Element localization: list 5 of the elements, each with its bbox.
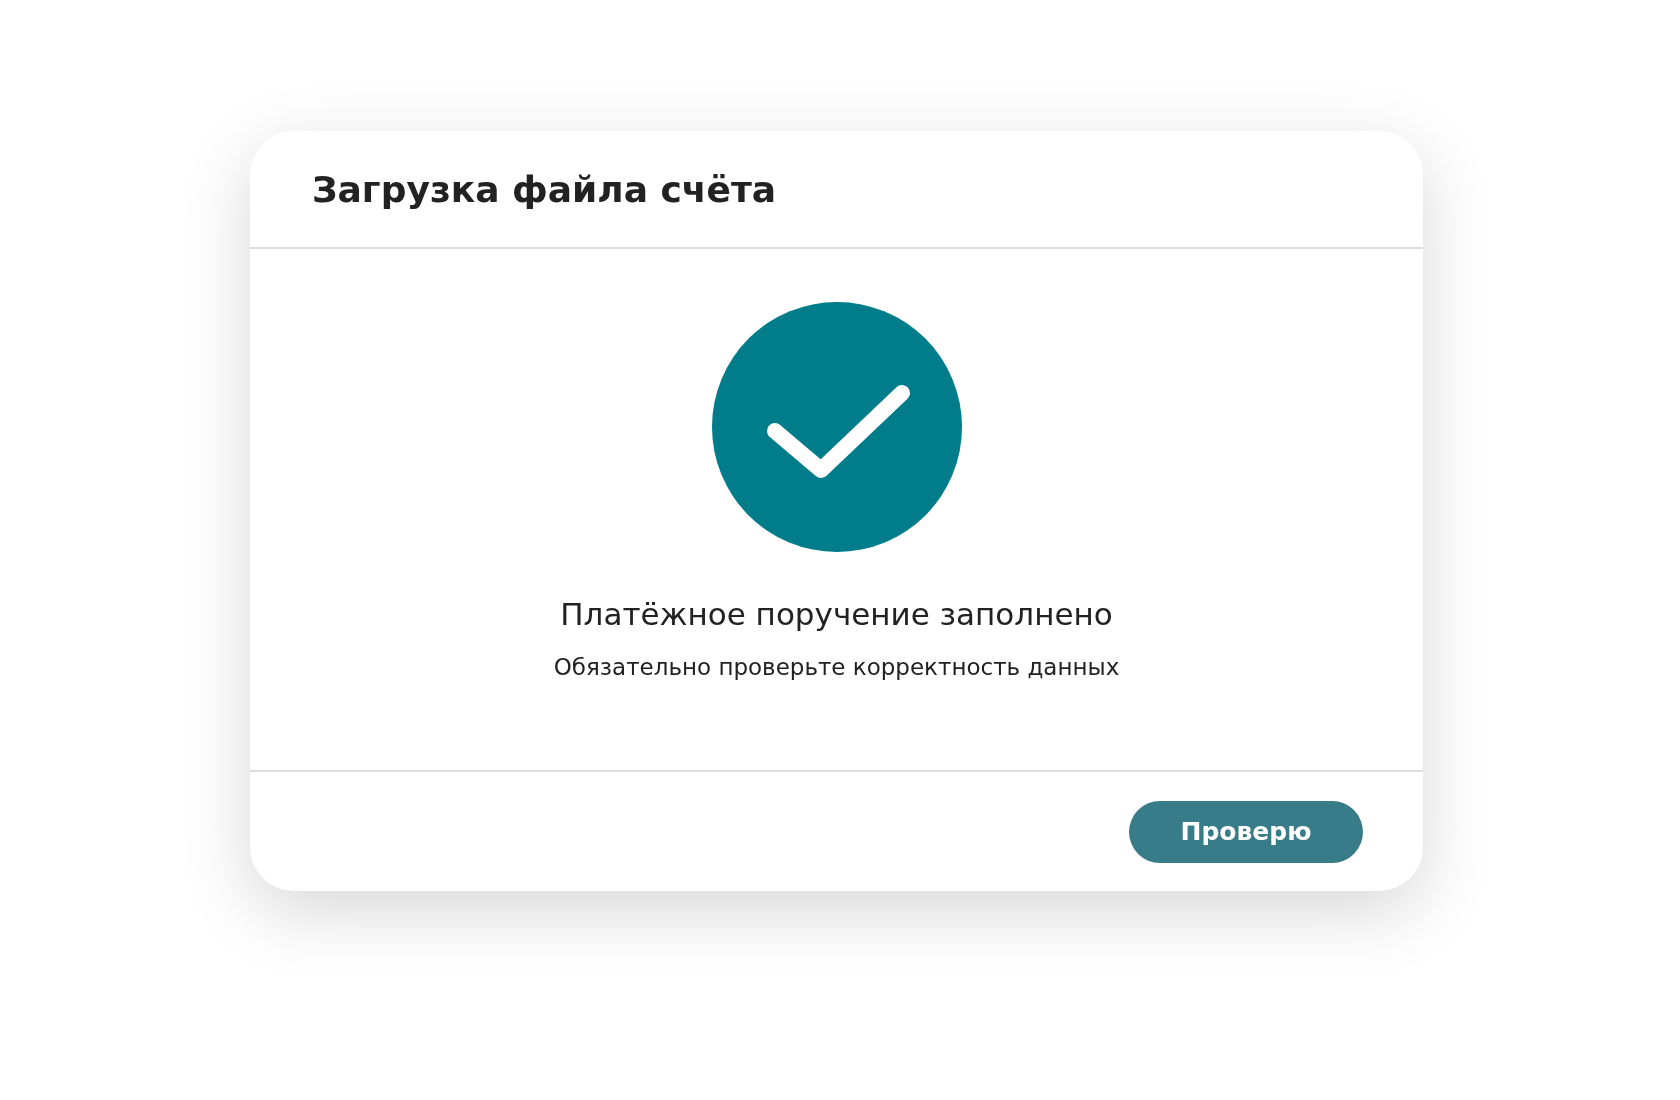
status-message: Обязательно проверьте корректность данных	[553, 654, 1120, 680]
dialog-title: Загрузка файла счёта	[312, 168, 777, 210]
status-heading: Платёжное поручение заполнено	[560, 596, 1113, 632]
confirm-button[interactable]: Проверю	[1129, 800, 1363, 863]
checkmark-icon	[711, 302, 962, 552]
